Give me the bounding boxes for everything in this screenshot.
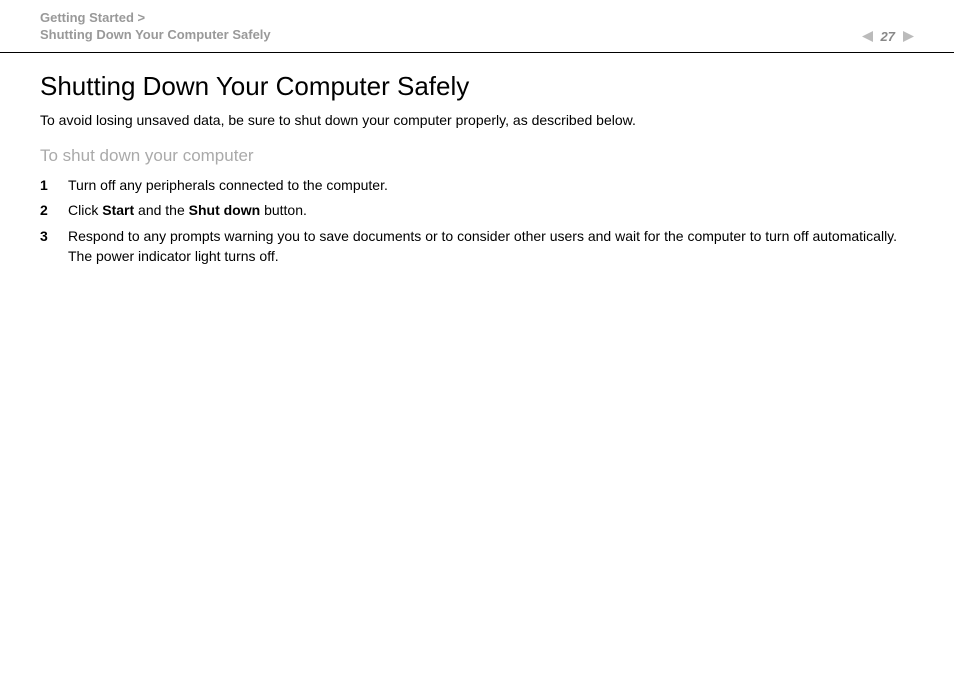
breadcrumb-line1: Getting Started > [40,10,271,27]
next-page-icon[interactable] [903,31,914,42]
step-text: Click Start and the Shut down button. [68,201,914,221]
breadcrumb: Getting Started > Shutting Down Your Com… [40,10,271,44]
page-content: Shutting Down Your Computer Safely To av… [0,53,954,290]
page-header: Getting Started > Shutting Down Your Com… [0,0,954,53]
step-text: Respond to any prompts warning you to sa… [68,227,914,266]
list-item: 3 Respond to any prompts warning you to … [40,227,914,266]
step-number: 1 [40,176,68,196]
page-title: Shutting Down Your Computer Safely [40,71,914,102]
breadcrumb-line2: Shutting Down Your Computer Safely [40,27,271,44]
step-list: 1 Turn off any peripherals connected to … [40,176,914,266]
step-number: 3 [40,227,68,247]
page-navigation: 27 [862,29,914,44]
step-text: Turn off any peripherals connected to th… [68,176,914,196]
step-number: 2 [40,201,68,221]
subsection-title: To shut down your computer [40,146,914,166]
intro-paragraph: To avoid losing unsaved data, be sure to… [40,112,914,128]
prev-page-icon[interactable] [862,31,873,42]
page-number: 27 [879,29,897,44]
list-item: 2 Click Start and the Shut down button. [40,201,914,221]
list-item: 1 Turn off any peripherals connected to … [40,176,914,196]
